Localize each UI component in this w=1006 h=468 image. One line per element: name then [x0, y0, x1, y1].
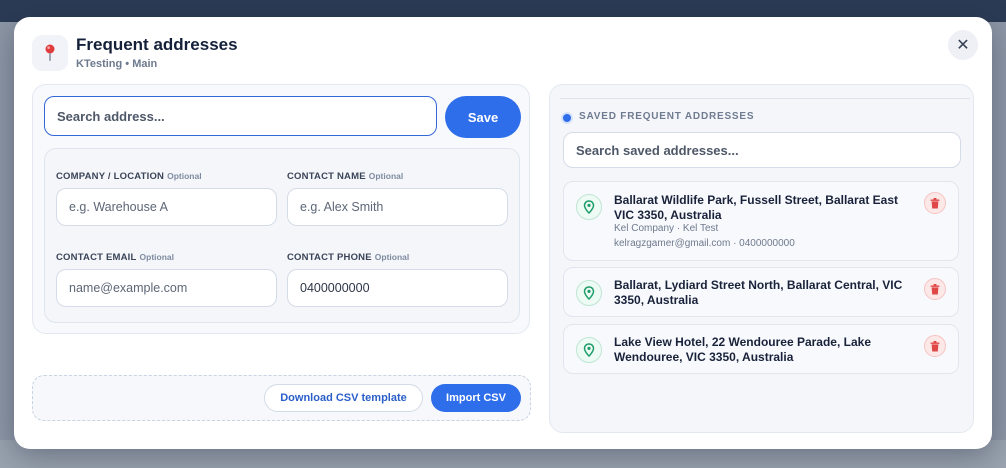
location-pin-icon: [576, 280, 602, 306]
modal-subtitle: KTesting • Main: [76, 58, 158, 70]
address-search-input[interactable]: [44, 96, 437, 136]
map-pin-icon: [32, 35, 68, 71]
import-csv-button[interactable]: Import CSV: [431, 384, 521, 412]
contact-email-field[interactable]: [56, 269, 277, 307]
optional-tag: Optional: [139, 252, 175, 262]
location-pin-icon: [576, 194, 602, 220]
saved-address-item[interactable]: Ballarat, Lydiard Street North, Ballarat…: [563, 267, 959, 317]
contact-phone-label: CONTACT PHONE Optional: [287, 252, 410, 263]
contact-email-label: CONTACT EMAIL Optional: [56, 252, 175, 263]
modal-title: Frequent addresses: [76, 35, 238, 54]
delete-address-button[interactable]: [924, 278, 946, 300]
optional-tag: Optional: [374, 252, 410, 262]
company-field[interactable]: [56, 188, 277, 226]
save-button[interactable]: Save: [445, 96, 521, 138]
divider: [560, 98, 970, 99]
optional-tag: Optional: [368, 171, 404, 181]
trash-icon: [930, 283, 940, 294]
contact-phone-field[interactable]: [287, 269, 508, 307]
delete-address-button[interactable]: [924, 335, 946, 357]
delete-address-button[interactable]: [924, 192, 946, 214]
close-icon: ✕: [956, 37, 970, 54]
address-text: Ballarat Wildlife Park, Fussell Street, …: [614, 193, 899, 222]
company-label: COMPANY / LOCATION Optional: [56, 171, 202, 182]
add-address-form: Save COMPANY / LOCATIONOptional CONTACT …: [32, 84, 530, 334]
address-text: Ballarat, Lydiard Street North, Ballarat…: [614, 278, 903, 307]
location-pin-icon: [576, 337, 602, 363]
status-dot-icon: [563, 114, 571, 122]
saved-addresses-heading: SAVED FREQUENT ADDRESSES: [579, 111, 755, 122]
trash-icon: [930, 197, 940, 208]
frequent-addresses-modal: Frequent addresses KTesting • Main ✕ Sav…: [14, 17, 992, 449]
address-text: Lake View Hotel, 22 Wendouree Parade, La…: [614, 335, 871, 364]
contact-name-label: CONTACT NAME Optional: [287, 171, 404, 182]
address-company-contact: Kel Company · Kel Test: [614, 223, 719, 234]
trash-icon: [930, 340, 940, 351]
saved-address-item[interactable]: Lake View Hotel, 22 Wendouree Parade, La…: [563, 324, 959, 374]
close-button[interactable]: ✕: [948, 30, 978, 60]
download-csv-template-button[interactable]: Download CSV template: [264, 384, 423, 412]
saved-address-item[interactable]: Ballarat Wildlife Park, Fussell Street, …: [563, 181, 959, 261]
optional-tag: Optional: [167, 171, 202, 181]
saved-search-input[interactable]: [563, 132, 961, 168]
contact-name-field[interactable]: [287, 188, 508, 226]
csv-import-zone: Download CSV template Import CSV: [32, 375, 531, 421]
address-email-phone: kelragzgamer@gmail.com · 0400000000: [614, 238, 795, 249]
contact-details-section: COMPANY / LOCATIONOptional CONTACT NAMEO…: [44, 148, 520, 323]
saved-addresses-panel: SAVED FREQUENT ADDRESSES Ballarat Wildli…: [549, 84, 974, 433]
